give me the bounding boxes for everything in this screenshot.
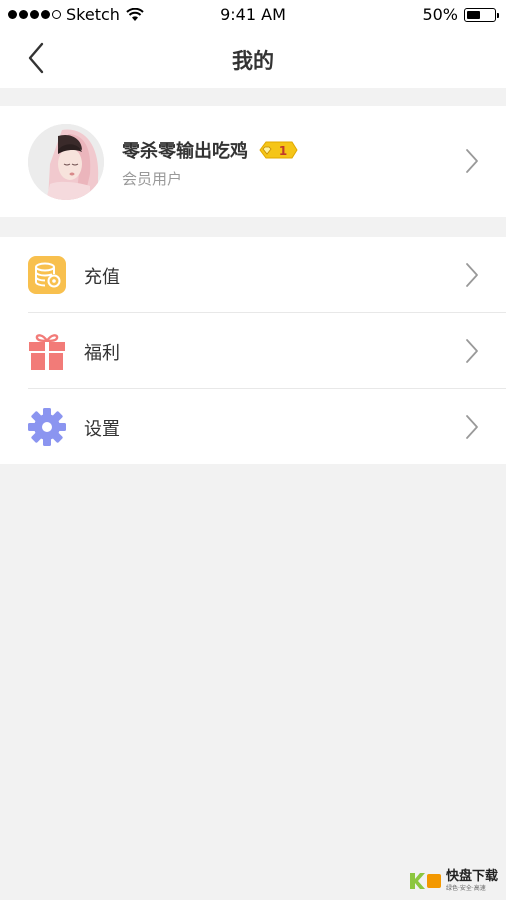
nav-bar: 我的 <box>0 30 506 88</box>
coin-database-icon <box>28 256 66 294</box>
menu-item-recharge[interactable]: 充值 <box>0 237 506 313</box>
battery-percent: 50% <box>422 5 458 24</box>
status-right: 50% <box>422 5 499 24</box>
username: 零杀零输出吃鸡 <box>122 141 248 162</box>
battery-icon <box>464 7 499 22</box>
username-row: 零杀零输出吃鸡 1 <box>122 137 298 163</box>
chevron-right-icon <box>466 263 478 287</box>
menu-label-settings: 设置 <box>84 419 120 440</box>
battery-fill <box>467 10 480 19</box>
vip-badge: 1 <box>259 141 298 159</box>
avatar-image <box>28 124 104 200</box>
menu-list: 充值 福利 设置 <box>0 237 506 464</box>
vip-level: 1 <box>279 144 287 158</box>
profile-card[interactable]: 零杀零输出吃鸡 1 会员用户 <box>0 106 506 217</box>
chevron-right-icon <box>466 415 478 439</box>
menu-label-recharge: 充值 <box>84 267 120 288</box>
user-role: 会员用户 <box>122 170 183 188</box>
chevron-right-icon <box>466 149 478 173</box>
watermark-logo <box>409 873 441 889</box>
chevron-right-icon <box>466 339 478 363</box>
watermark: 快盘下载 绿色·安全·高速 <box>409 870 498 892</box>
avatar[interactable] <box>28 124 104 200</box>
gear-icon <box>28 408 66 446</box>
menu-item-welfare[interactable]: 福利 <box>0 313 506 389</box>
menu-label-welfare: 福利 <box>84 343 120 364</box>
page-title: 我的 <box>232 49 274 73</box>
gift-icon <box>29 334 65 370</box>
watermark-tagline: 绿色·安全·高速 <box>445 885 486 892</box>
watermark-brand: 快盘下载 <box>445 869 498 884</box>
menu-item-settings[interactable]: 设置 <box>0 389 506 465</box>
status-bar: Sketch 9:41 AM 50% <box>0 0 506 30</box>
